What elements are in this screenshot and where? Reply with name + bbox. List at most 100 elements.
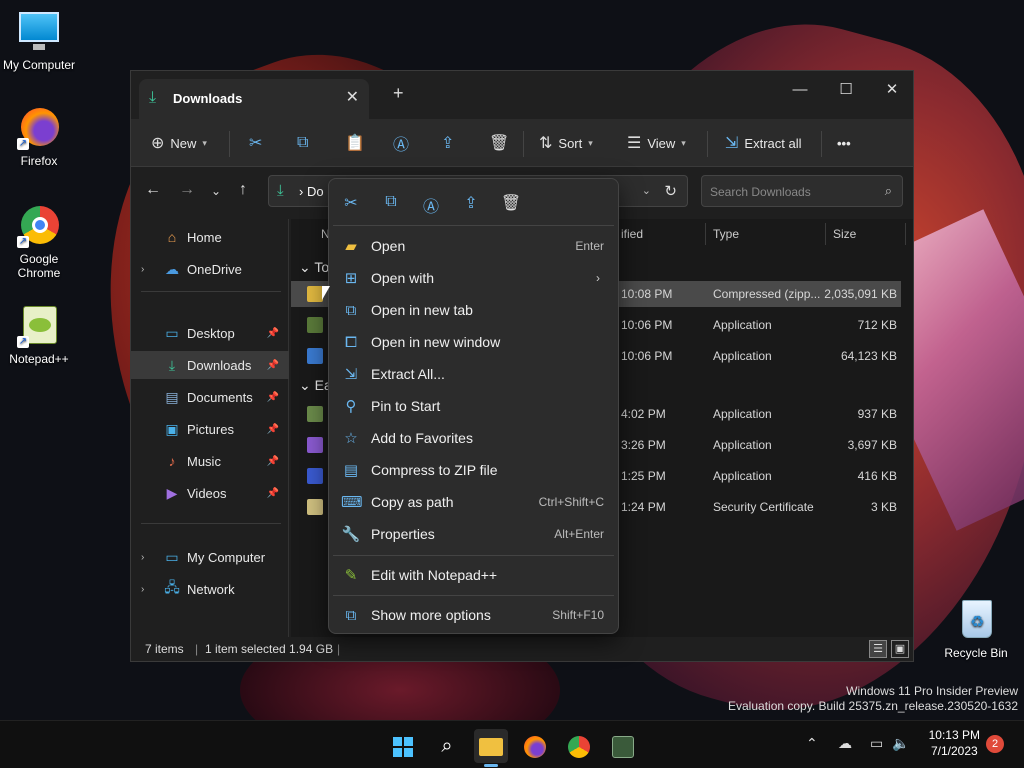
desktop-icon-recycle-bin[interactable]: ♻ Recycle Bin [936,598,1016,660]
taskbar-chrome[interactable] [562,729,596,763]
tiles-view-button[interactable]: ▣ [891,640,909,658]
share-icon[interactable]: ⇪ [459,193,483,213]
start-button[interactable] [386,729,420,763]
column-header-type[interactable]: Type [713,227,739,241]
column-header-date-modified[interactable]: ified [621,227,643,241]
status-divider: | [195,642,199,656]
view-lines-icon: ☰ [627,135,642,152]
chevron-right-icon[interactable]: › [141,264,155,275]
menu-item-open-with[interactable]: ⊞ Open with › [333,263,614,293]
cut-button[interactable]: ✂ [249,129,262,157]
desktop-icon-my-computer[interactable]: My Computer [1,10,77,72]
desktop-icon: ▭ [165,324,179,341]
maximize-button[interactable]: ☐ [823,75,869,105]
download-arrow-icon: ⤓ [149,89,157,106]
notification-badge[interactable]: 2 [986,735,1004,753]
menu-label: Edit with Notepad++ [371,567,498,583]
paste-button[interactable]: 📋 [345,129,365,157]
extract-all-button[interactable]: ⇲ Extract all [725,129,801,157]
onedrive-offline-icon[interactable]: ☁ [838,735,852,752]
sidebar-item-music[interactable]: ♪ Music 📌 [131,447,289,475]
sidebar-item-desktop[interactable]: ▭ Desktop 📌 [131,319,289,347]
minimize-button[interactable]: — [777,75,823,105]
menu-item-compress-zip[interactable]: ▤ Compress to ZIP file [333,455,614,485]
copy-button[interactable]: ⧉ [297,129,308,157]
network-icon: 🖧 [164,579,180,595]
delete-button[interactable]: 🗑 [489,129,509,157]
row-size: 2,035,091 KB [824,287,897,301]
menu-item-edit-notepadpp[interactable]: ✎ Edit with Notepad++ [333,560,614,590]
more-options-button[interactable]: ••• [837,129,851,157]
column-divider[interactable] [705,223,706,245]
recycle-bin-icon: ♻ [954,598,998,642]
back-button[interactable]: ← [145,181,161,199]
menu-item-pin-to-start[interactable]: ⚲ Pin to Start [333,391,614,421]
search-button[interactable]: ⌕ [430,729,464,763]
copy-icon[interactable]: ⧉ [379,193,403,211]
share-button[interactable]: ⇪ [441,129,454,157]
clock[interactable]: 10:13 PM 7/1/2023 [929,727,980,759]
group-header-today[interactable]: ⌄ To [299,259,329,276]
tab-downloads[interactable]: ⤓ Downloads ✕ [139,79,369,119]
up-button[interactable]: ↑ [239,181,247,199]
menu-item-open-new-tab[interactable]: ⧉ Open in new tab [333,295,614,325]
plus-circle-icon: ⊕ [151,135,165,152]
view-button[interactable]: ☰ View ▾ [627,129,686,157]
search-box[interactable]: Search Downloads ⌕ [701,175,903,207]
menu-item-open[interactable]: ▰ Open Enter [333,231,614,261]
close-tab-icon[interactable]: ✕ [346,87,359,107]
rename-icon[interactable]: Ⓐ [419,193,443,217]
menu-item-add-to-favorites[interactable]: ☆ Add to Favorites [333,423,614,453]
chevron-right-icon: › [596,271,600,285]
taskbar-firefox[interactable] [518,729,552,763]
menu-item-copy-as-path[interactable]: ⌨ Copy as path Ctrl+Shift+C [333,487,614,517]
sidebar-item-pictures[interactable]: ▣ Pictures 📌 [131,415,289,443]
chevron-right-icon[interactable]: › [141,584,155,595]
row-date: 10:08 PM [621,287,673,301]
taskbar-file-explorer[interactable] [474,729,508,767]
column-header-size[interactable]: Size [833,227,856,241]
volume-icon[interactable]: 🔈 [892,735,909,752]
refresh-icon[interactable]: ↻ [664,182,677,200]
close-window-button[interactable]: ✕ [869,75,915,105]
sort-button[interactable]: ⇅ Sort ▾ [539,129,593,157]
menu-item-properties[interactable]: 🔧 Properties Alt+Enter [333,519,614,549]
chevron-right-icon[interactable]: › [141,552,155,563]
recent-locations-button[interactable]: ⌄ [211,184,221,198]
video-icon: ▶ [166,484,178,501]
rename-button[interactable]: Ⓐ [393,129,409,157]
sidebar-item-my-computer[interactable]: › ▭ My Computer [131,543,289,571]
pin-icon: 📌 [266,327,279,339]
new-tab-button[interactable]: + [393,83,404,104]
network-icon[interactable]: ▭ [870,735,883,752]
taskbar-app[interactable] [606,729,640,763]
sidebar-item-network[interactable]: › 🖧 Network [131,575,289,603]
desktop-icon-firefox[interactable]: ↗ Firefox [1,106,77,168]
column-divider[interactable] [905,223,906,245]
row-type: Application [713,438,772,452]
cut-icon[interactable]: ✂ [339,193,363,213]
sidebar-item-downloads[interactable]: ⤓ Downloads 📌 [131,351,289,379]
desktop-icon-notepadpp[interactable]: ↗ Notepad++ [1,304,77,366]
open-with-icon: ⊞ [344,270,358,287]
sidebar-item-videos[interactable]: ▶ Videos 📌 [131,479,289,507]
details-view-button[interactable]: ☰ [869,640,887,658]
menu-item-show-more-options[interactable]: ⧉ Show more options Shift+F10 [333,600,614,630]
show-hidden-icons-button[interactable]: ⌃ [806,735,818,752]
sidebar-item-documents[interactable]: ▤ Documents 📌 [131,383,289,411]
trash-icon[interactable]: 🗑 [499,193,523,213]
group-header-earlier[interactable]: ⌄ Ea [299,377,332,394]
menu-item-open-new-window[interactable]: ⧠ Open in new window [333,327,614,357]
desktop-icon-chrome[interactable]: ↗ Google Chrome [1,204,77,280]
forward-button[interactable]: → [179,181,195,199]
sidebar-item-onedrive[interactable]: › ☁ OneDrive [131,255,289,283]
menu-item-extract-all[interactable]: ⇲ Extract All... [333,359,614,389]
sidebar-item-home[interactable]: ⌂ Home [131,223,289,251]
extract-label: Extract all [744,135,802,151]
sidebar-label: Desktop [187,325,235,341]
new-button[interactable]: ⊕ New ▾ [151,129,207,157]
clock-time: 10:13 PM [928,728,980,742]
chevron-down-icon[interactable]: ⌄ [642,184,651,197]
copy-path-icon: ⌨ [341,494,363,511]
column-divider[interactable] [825,223,826,245]
